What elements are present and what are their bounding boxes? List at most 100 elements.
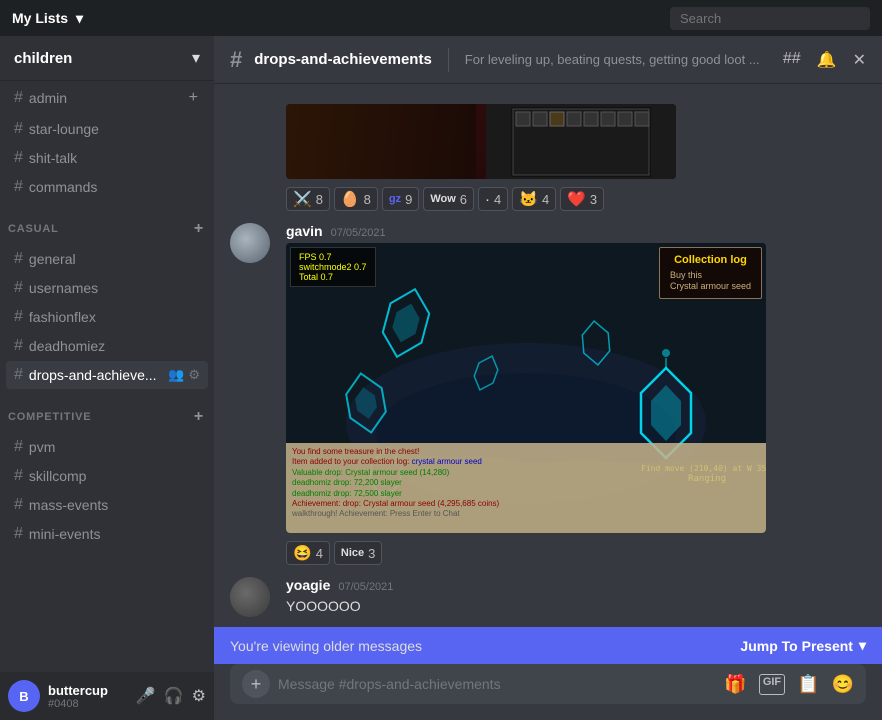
partial-message-top: ⚔️ 8 🥚 8 gz 9 <box>214 100 882 219</box>
server-dropdown-icon: ▾ <box>192 48 200 68</box>
switchmode-stat: switchmode2 0.7 <box>299 262 367 272</box>
message-gavin: gavin 07/05/2021 <box>214 219 882 569</box>
headphones-icon[interactable]: 🎧 <box>164 686 184 706</box>
members-icon: 👥 <box>168 367 184 383</box>
hash-icon-usernames: # <box>14 279 23 297</box>
my-lists-label: My Lists <box>12 10 68 26</box>
hashtag-icon[interactable]: ## <box>783 50 801 70</box>
user-bar: B buttercup #0408 🎤 🎧 ⚙ <box>0 672 214 720</box>
yoagie-timestamp: 07/05/2021 <box>338 581 393 593</box>
sword-emoji: ⚔️ <box>293 190 312 208</box>
user-tag: #0408 <box>48 698 128 710</box>
drops-channel-icons: 👥 ⚙ <box>168 367 200 383</box>
competitive-label: COMPETITIVE <box>8 411 91 423</box>
hash-icon-deadhomiez: # <box>14 337 23 355</box>
jump-label: Jump To Present <box>740 638 853 654</box>
user-avatar: B <box>8 680 40 712</box>
search-input[interactable] <box>670 7 870 30</box>
add-casual-icon[interactable]: + <box>192 218 206 240</box>
section-competitive: COMPETITIVE + # pvm # skillcomp # mass-e… <box>0 390 214 549</box>
hash-icon-star-lounge: # <box>14 120 23 138</box>
egg-emoji: 🥚 <box>341 190 360 208</box>
bell-icon[interactable]: 🔔 <box>817 50 837 70</box>
server-header[interactable]: children ▾ <box>0 36 214 81</box>
channel-label-admin: admin <box>29 90 181 106</box>
channel-label-star-lounge: star-lounge <box>29 121 200 137</box>
jump-chevron-icon: ▾ <box>859 637 866 654</box>
close-header-icon[interactable]: ✕ <box>853 50 866 70</box>
game-screenshot-area: Ranging Find move (210,40) at W 350 FPS … <box>286 243 766 533</box>
microphone-icon[interactable]: 🎤 <box>136 686 156 706</box>
jump-to-present-button[interactable]: Jump To Present ▾ <box>740 637 866 654</box>
sidebar-item-skillcomp[interactable]: # skillcomp <box>6 462 208 490</box>
channel-header-hash-icon: # <box>230 47 242 73</box>
settings-user-icon[interactable]: ⚙ <box>192 686 206 706</box>
message-input[interactable] <box>278 664 716 704</box>
sidebar-item-star-lounge[interactable]: # star-lounge <box>6 115 208 143</box>
chat-line-5: deadhomiz drop: 72,500 slayer <box>292 489 760 499</box>
reaction-dot[interactable]: · 4 <box>478 187 508 211</box>
username-display: buttercup <box>48 683 128 698</box>
section-competitive-header: COMPETITIVE + <box>0 390 214 432</box>
reaction-sword[interactable]: ⚔️ 8 <box>286 187 330 211</box>
yoagie-message-content: yoagie 07/05/2021 YOOOOOO <box>286 577 866 623</box>
sidebar-item-admin[interactable]: # admin + <box>6 82 208 114</box>
sidebar-item-mini-events[interactable]: # mini-events <box>6 520 208 548</box>
sidebar-item-shit-talk[interactable]: # shit-talk <box>6 144 208 172</box>
sidebar-item-drops-and-achievements[interactable]: # drops-and-achieve... 👥 ⚙ <box>6 361 208 389</box>
top-bar: My Lists ▾ <box>0 0 882 36</box>
sidebar-item-deadhomiez[interactable]: # deadhomiez <box>6 332 208 360</box>
gif-icon[interactable]: GIF <box>759 674 785 695</box>
channel-header-name: drops-and-achievements <box>254 51 432 68</box>
yoagie-avatar <box>230 577 270 617</box>
yoagie-message-text: YOOOOOO <box>286 597 866 617</box>
main-layout: children ▾ # admin + # star-lounge # shi… <box>0 36 882 720</box>
server-name: children <box>14 50 72 67</box>
emoji-icon[interactable]: 😊 <box>832 674 854 695</box>
reaction-laugh[interactable]: 😆 4 <box>286 541 330 565</box>
sidebar-item-mass-events[interactable]: # mass-events <box>6 491 208 519</box>
sidebar-item-usernames[interactable]: # usernames <box>6 274 208 302</box>
chat-line-1: You find some treasure in the chest! <box>292 447 760 457</box>
dot-emoji: · <box>485 191 490 208</box>
chat-line-7: walkthrough! Achievement: Press Enter to… <box>292 509 760 519</box>
log-entry-2: Crystal armour seed <box>670 281 751 291</box>
add-attachment-button[interactable]: + <box>242 670 270 698</box>
channel-label-commands: commands <box>29 179 200 195</box>
log-entry-1: Buy this <box>670 270 751 280</box>
gavin-timestamp: 07/05/2021 <box>331 227 386 239</box>
add-icon-admin[interactable]: + <box>187 87 200 109</box>
channel-header-icons: ## 🔔 ✕ <box>783 50 866 70</box>
gift-icon[interactable]: 🎁 <box>724 674 746 695</box>
hash-icon-general: # <box>14 250 23 268</box>
reaction-nice[interactable]: Nice 3 <box>334 541 382 565</box>
reaction-cat[interactable]: 🐱 4 <box>512 187 556 211</box>
sidebar-item-fashionflex[interactable]: # fashionflex <box>6 303 208 331</box>
chat-line-6: Achievement: drop: Crystal armour seed (… <box>292 499 760 509</box>
sidebar: children ▾ # admin + # star-lounge # shi… <box>0 36 214 720</box>
gavin-avatar <box>230 223 270 263</box>
hash-icon-skillcomp: # <box>14 467 23 485</box>
server-name-top[interactable]: My Lists ▾ <box>12 10 83 27</box>
channel-label-mass-events: mass-events <box>29 497 200 513</box>
reaction-gz[interactable]: gz 9 <box>382 187 419 211</box>
dropdown-arrow-icon: ▾ <box>76 10 83 27</box>
add-competitive-icon[interactable]: + <box>192 406 206 428</box>
reaction-wow[interactable]: Wow 6 <box>423 187 474 211</box>
gavin-message-header: gavin 07/05/2021 <box>286 223 866 239</box>
older-messages-banner: You're viewing older messages Jump To Pr… <box>214 627 882 664</box>
reaction-heart[interactable]: ❤️ 3 <box>560 187 604 211</box>
channel-label-skillcomp: skillcomp <box>29 468 200 484</box>
collection-log-title: Collection log <box>670 254 751 266</box>
hash-icon-mass-events: # <box>14 496 23 514</box>
reaction-count-gz: 9 <box>405 192 412 207</box>
hash-icon-shit-talk: # <box>14 149 23 167</box>
sidebar-item-commands[interactable]: # commands <box>6 173 208 201</box>
sidebar-item-pvm[interactable]: # pvm <box>6 433 208 461</box>
laugh-emoji: 😆 <box>293 544 312 562</box>
user-info: buttercup #0408 <box>48 683 128 710</box>
chat-line-4: deadhomiz drop: 72,200 slayer <box>292 478 760 488</box>
sticker-icon[interactable]: 📋 <box>797 674 819 695</box>
sidebar-item-general[interactable]: # general <box>6 245 208 273</box>
reaction-egg[interactable]: 🥚 8 <box>334 187 378 211</box>
